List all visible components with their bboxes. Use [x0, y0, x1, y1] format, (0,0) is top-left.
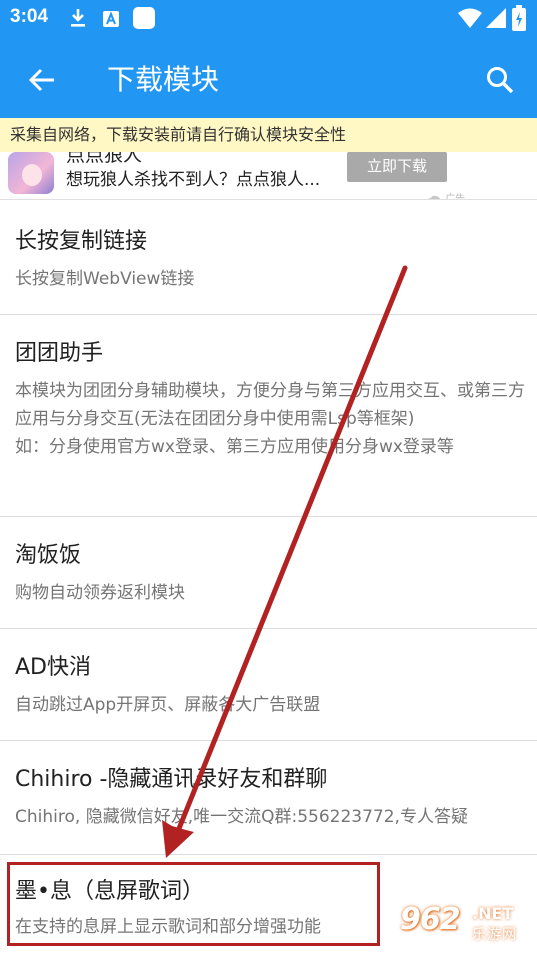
module-item[interactable]: AD快消 自动跳过App开屏页、屏蔽各大广告联盟	[0, 629, 537, 741]
wifi-icon	[458, 8, 482, 28]
ad-app-icon	[8, 152, 54, 194]
module-item[interactable]: 淘饭饭 购物自动领券返利模块	[0, 517, 537, 629]
page-title: 下载模块	[107, 63, 220, 96]
ad-cloud-icon	[428, 195, 440, 199]
module-title: 淘饭饭	[15, 543, 82, 568]
ad-description: 想玩狼人杀找不到人？点点狼人...	[66, 170, 321, 190]
signal-icon	[486, 8, 506, 28]
watermark-name: 乐游网	[472, 927, 517, 943]
watermark-net: .NET	[472, 904, 514, 923]
search-button[interactable]	[480, 60, 520, 100]
search-icon	[487, 67, 514, 94]
module-title: 团团助手	[15, 341, 104, 366]
ad-banner[interactable]: 点点狼人 想玩狼人杀找不到人？点点狼人... 立即下载 广告	[0, 152, 537, 200]
module-description: 自动跳过App开屏页、屏蔽各大广告联盟	[15, 695, 321, 715]
watermark: 962 .NET 乐游网	[396, 900, 531, 952]
ad-tag: 广告	[426, 190, 466, 200]
download-icon	[71, 9, 85, 27]
ad-download-button[interactable]: 立即下载	[347, 152, 447, 182]
module-item[interactable]: 团团助手 本模块为团团分身辅助模块，方便分身与第三方应用交互、或第三方应用与分身…	[0, 315, 537, 517]
status-time: 3:04	[10, 6, 49, 27]
annotation-highlight-box	[7, 862, 380, 946]
module-description: 本模块为团团分身辅助模块，方便分身与第三方应用交互、或第三方应用与分身交互(无法…	[15, 381, 525, 457]
a-notification-icon	[103, 11, 119, 27]
status-bar: 3:04	[0, 0, 537, 38]
module-title: 长按复制链接	[15, 229, 148, 254]
ad-tag-label: 广告	[445, 194, 466, 200]
safety-notice: 采集自网络，下载安装前请自行确认模块安全性	[0, 118, 537, 152]
battery-charging-icon	[512, 5, 526, 31]
watermark-logo: 962	[400, 902, 461, 937]
module-description: 购物自动领券返利模块	[15, 583, 185, 603]
module-description: Chihiro, 隐藏微信好友,唯一交流Q群:556223772,专人答疑	[15, 807, 468, 827]
app-bar: 下载模块	[0, 38, 537, 118]
app-notification-icon	[133, 7, 155, 29]
module-title: AD快消	[15, 655, 91, 680]
module-description: 长按复制WebView链接	[15, 269, 195, 289]
back-button[interactable]	[22, 60, 62, 100]
arrow-left-icon	[28, 68, 54, 92]
module-item[interactable]: Chihiro -隐藏通讯录好友和群聊 Chihiro, 隐藏微信好友,唯一交流…	[0, 741, 537, 855]
module-list: 长按复制链接 长按复制WebView链接 团团助手 本模块为团团分身辅助模块，方…	[0, 201, 537, 956]
module-item[interactable]: 长按复制链接 长按复制WebView链接	[0, 201, 537, 315]
module-title: Chihiro -隐藏通讯录好友和群聊	[15, 767, 328, 792]
